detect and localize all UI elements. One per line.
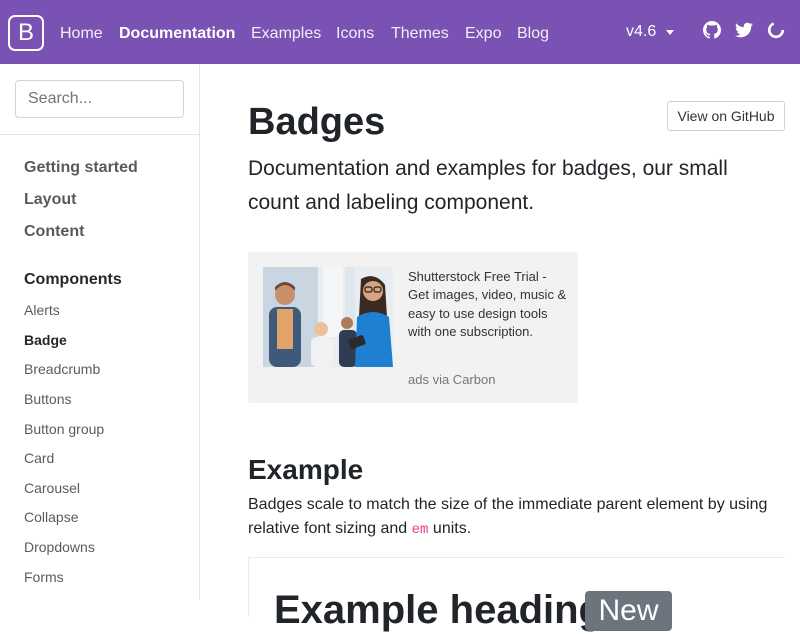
example-description-text: Badges scale to match the size of the im… (248, 496, 768, 537)
nav-documentation[interactable]: Documentation (119, 24, 235, 44)
sidebar-item-alerts[interactable]: Alerts (24, 301, 60, 319)
ad-via-label[interactable]: ads via Carbon (408, 372, 495, 388)
version-label: v4.6 (626, 23, 657, 40)
sidebar-item-breadcrumb[interactable]: Breadcrumb (24, 360, 100, 378)
slack-icon[interactable] (767, 21, 785, 39)
twitter-icon[interactable] (735, 21, 753, 39)
sidebar-item-button-group[interactable]: Button group (24, 420, 104, 438)
chevron-down-icon (666, 30, 674, 35)
sidebar-item-collapse[interactable]: Collapse (24, 508, 78, 526)
page-title: Badges (248, 101, 386, 143)
sidebar-group-components[interactable]: Components (24, 270, 122, 290)
nav-themes[interactable]: Themes (391, 24, 449, 44)
section-heading-example: Example (248, 454, 364, 485)
nav-blog[interactable]: Blog (517, 24, 549, 44)
sidebar-item-dropdowns[interactable]: Dropdowns (24, 538, 95, 556)
example-description-text-end: units. (428, 520, 472, 537)
nav-examples[interactable]: Examples (251, 24, 321, 44)
bootstrap-logo[interactable]: B (8, 15, 44, 51)
sidebar: Getting started Layout Content Component… (0, 64, 200, 600)
github-icon[interactable] (703, 21, 721, 39)
sidebar-item-card[interactable]: Card (24, 449, 54, 467)
sidebar-group-layout[interactable]: Layout (24, 190, 76, 210)
view-on-github-button[interactable]: View on GitHub (667, 101, 785, 131)
example-preview-heading: Example heading (274, 588, 603, 632)
example-description: Badges scale to match the size of the im… (248, 493, 788, 542)
sidebar-group-content[interactable]: Content (24, 222, 84, 242)
nav-expo[interactable]: Expo (465, 24, 501, 44)
ad-image[interactable] (263, 267, 393, 367)
sidebar-item-forms[interactable]: Forms (24, 568, 64, 586)
search-input[interactable] (15, 80, 184, 118)
sidebar-item-buttons[interactable]: Buttons (24, 390, 71, 408)
sidebar-group-getting-started[interactable]: Getting started (24, 158, 138, 178)
sidebar-search (0, 64, 199, 135)
sidebar-item-carousel[interactable]: Carousel (24, 479, 80, 497)
sidebar-item-badge[interactable]: Badge (24, 331, 67, 349)
inline-code-em: em (411, 522, 429, 538)
example-preview-badge: New (585, 591, 672, 631)
page-lead: Documentation and examples for badges, o… (248, 157, 728, 214)
nav-icons[interactable]: Icons (336, 24, 374, 44)
top-navbar: B Home Documentation Examples Icons Them… (0, 0, 800, 64)
nav-home[interactable]: Home (60, 24, 103, 44)
carbon-ad[interactable]: Shutterstock Free Trial - Get images, vi… (248, 252, 578, 403)
ad-text[interactable]: Shutterstock Free Trial - Get images, vi… (408, 268, 568, 341)
